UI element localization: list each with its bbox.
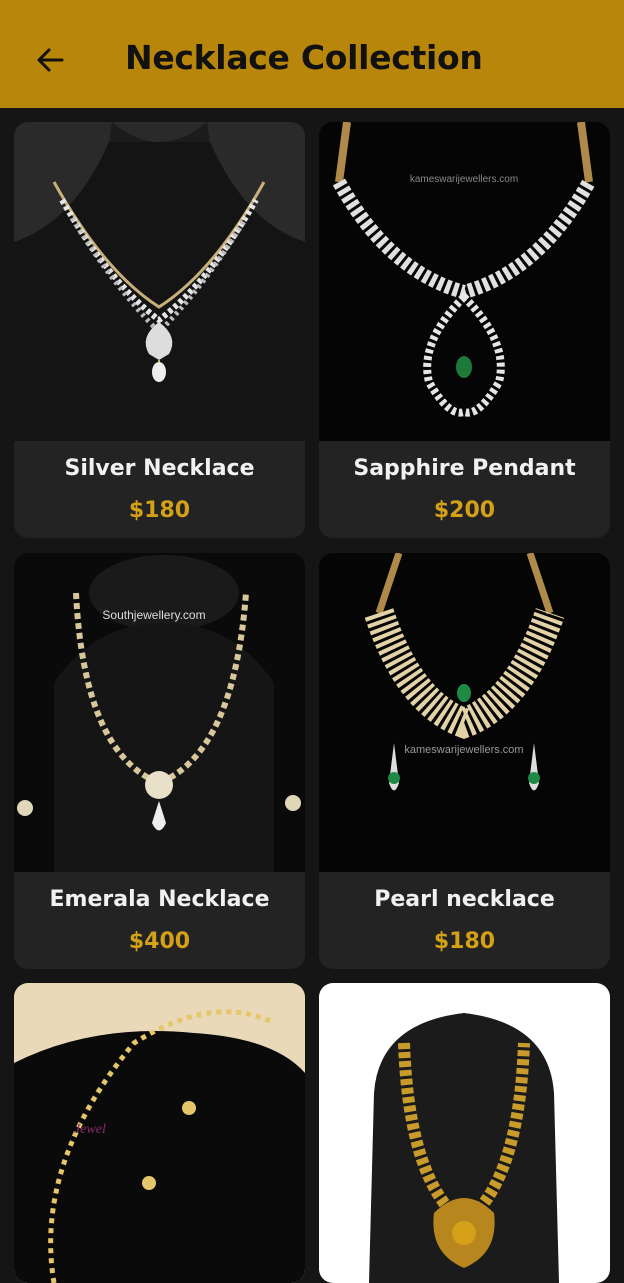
product-price: $180: [433, 929, 496, 954]
product-card-floral-necklace[interactable]: Jewel: [14, 983, 305, 1283]
product-name: Pearl necklace: [374, 887, 555, 912]
product-image: kameswarijewellers.com: [319, 553, 610, 872]
product-image: kameswarijewellers.com: [319, 122, 610, 441]
product-image: [14, 122, 305, 441]
product-grid: Silver Necklace $180 kameswarijewellers.…: [0, 0, 624, 1283]
product-price: $400: [128, 929, 191, 954]
product-card-silver-necklace[interactable]: Silver Necklace $180: [14, 122, 305, 538]
product-name: Sapphire Pendant: [353, 456, 576, 481]
product-image: Jewel: [14, 983, 305, 1283]
product-name: Silver Necklace: [64, 456, 255, 481]
product-card-sapphire-pendant[interactable]: kameswarijewellers.com Sapphire Pendant …: [319, 122, 610, 538]
product-name: Emerala Necklace: [49, 887, 270, 912]
product-card-gold-necklace[interactable]: [319, 983, 610, 1283]
product-card-emerala-necklace[interactable]: Southjewellery.com Emerala Necklace $400: [14, 553, 305, 969]
watermark-text: kameswarijewellers.com: [410, 174, 518, 185]
product-card-pearl-necklace[interactable]: kameswarijewellers.com Pearl necklace $1…: [319, 553, 610, 969]
watermark-text: Southjewellery.com: [102, 608, 205, 622]
product-price: $180: [128, 498, 191, 523]
svg-text:Jewel: Jewel: [74, 1122, 106, 1137]
product-image: [319, 983, 610, 1283]
product-price: $200: [433, 498, 496, 523]
watermark-text: kameswarijewellers.com: [404, 744, 523, 756]
product-image: Southjewellery.com: [14, 553, 305, 872]
